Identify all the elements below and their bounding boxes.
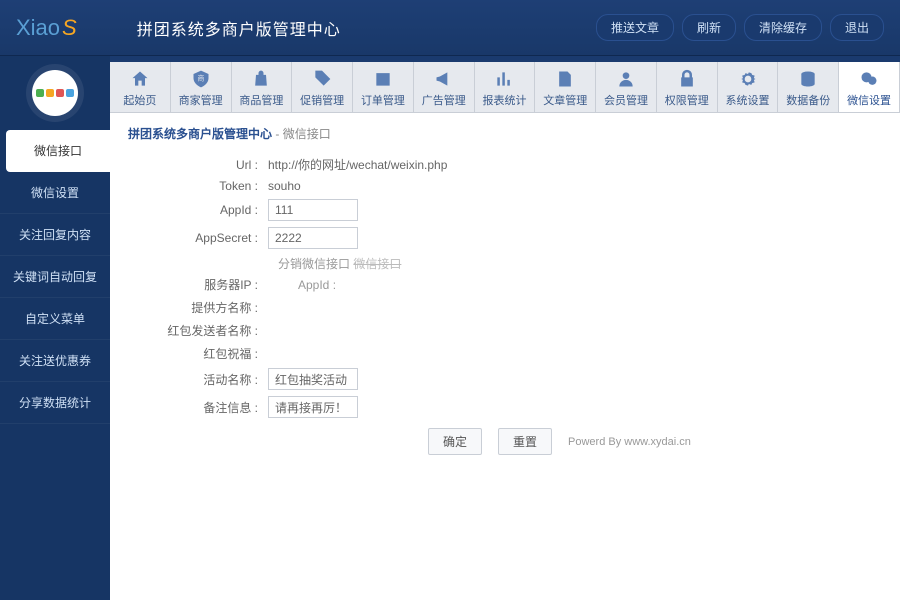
submit-button[interactable]: 确定 xyxy=(428,428,482,455)
appsecret-input[interactable] xyxy=(268,227,358,249)
tab-promotion[interactable]: 促销管理 xyxy=(292,62,353,112)
row-activity: 活动名称 : xyxy=(128,368,882,390)
tab-label: 起始页 xyxy=(123,95,156,107)
dashboard-orb-icon[interactable] xyxy=(32,70,78,116)
sidebar-item-follow-coupon[interactable]: 关注送优惠券 xyxy=(0,340,110,382)
row-url: Url : http://你的网址/wechat/weixin.php xyxy=(128,156,882,173)
svg-text:商: 商 xyxy=(197,74,204,83)
server-ip-label: 服务器IP : xyxy=(128,276,268,293)
row-token: Token : souho xyxy=(128,179,882,193)
tab-permission[interactable]: 权限管理 xyxy=(657,62,718,112)
remark-input[interactable] xyxy=(268,396,358,418)
sidebar: 微信接口 微信设置 关注回复内容 关键词自动回复 自定义菜单 关注送优惠券 分享… xyxy=(0,56,110,600)
row-blessing: 红包祝福 : xyxy=(128,345,882,362)
sidebar-item-custom-menu[interactable]: 自定义菜单 xyxy=(0,298,110,340)
tab-label: 订单管理 xyxy=(361,95,405,107)
sender-label: 红包发送者名称 : xyxy=(128,322,268,339)
header-actions: 推送文章 刷新 清除缓存 退出 xyxy=(596,14,884,41)
row-sender: 红包发送者名称 : xyxy=(128,322,882,339)
url-value: http://你的网址/wechat/weixin.php xyxy=(268,156,447,173)
remark-label: 备注信息 : xyxy=(128,399,268,416)
logo: Xiao S xyxy=(16,15,77,41)
top-tabs: 起始页 商商家管理 商品管理 促销管理 订单管理 广告管理 报表统计 文章管理 … xyxy=(110,62,900,113)
tab-label: 系统设置 xyxy=(726,95,770,107)
tab-backup[interactable]: 数据备份 xyxy=(778,62,839,112)
push-article-button[interactable]: 推送文章 xyxy=(596,14,674,41)
blessing-label: 红包祝福 : xyxy=(128,345,268,362)
appsecret-label: AppSecret : xyxy=(128,231,268,245)
separator-text: 分销微信接口 微信接口 xyxy=(278,255,882,272)
clear-cache-button[interactable]: 清除缓存 xyxy=(744,14,822,41)
activity-label: 活动名称 : xyxy=(128,371,268,388)
tab-label: 微信设置 xyxy=(847,95,891,107)
row-remark: 备注信息 : xyxy=(128,396,882,418)
calendar-icon xyxy=(353,68,413,90)
appid-input[interactable] xyxy=(268,199,358,221)
user-icon xyxy=(596,68,656,90)
provider-label: 提供方名称 : xyxy=(128,299,268,316)
content: 起始页 商商家管理 商品管理 促销管理 订单管理 广告管理 报表统计 文章管理 … xyxy=(110,62,900,600)
tab-label: 权限管理 xyxy=(665,95,709,107)
header: Xiao S 拼团系统多商户版管理中心 推送文章 刷新 清除缓存 退出 xyxy=(0,0,900,56)
logout-button[interactable]: 退出 xyxy=(830,14,884,41)
breadcrumb-sub: - 微信接口 xyxy=(275,127,330,141)
url-label: Url : xyxy=(128,158,268,172)
row-appsecret: AppSecret : xyxy=(128,227,882,249)
tab-label: 文章管理 xyxy=(543,95,587,107)
database-icon xyxy=(778,68,838,90)
sidebar-item-wechat-settings[interactable]: 微信设置 xyxy=(0,172,110,214)
server-extra-label: AppId : xyxy=(298,278,336,292)
tab-product[interactable]: 商品管理 xyxy=(232,62,293,112)
sidebar-item-share-stats[interactable]: 分享数据统计 xyxy=(0,382,110,424)
form-buttons: 确定 重置 Powerd By www.xydai.cn xyxy=(428,428,882,455)
chart-icon xyxy=(475,68,535,90)
logo-accent: S xyxy=(62,15,77,41)
logo-main: Xiao xyxy=(16,15,60,41)
tab-report[interactable]: 报表统计 xyxy=(475,62,536,112)
tab-label: 数据备份 xyxy=(786,95,830,107)
powered-by: Powerd By www.xydai.cn xyxy=(568,436,691,448)
tab-member[interactable]: 会员管理 xyxy=(596,62,657,112)
bag-icon xyxy=(232,68,292,90)
tab-label: 商家管理 xyxy=(179,95,223,107)
app-title: 拼团系统多商户版管理中心 xyxy=(137,16,341,40)
tab-home[interactable]: 起始页 xyxy=(110,62,171,112)
breadcrumb: 拼团系统多商户版管理中心 - 微信接口 xyxy=(128,125,882,142)
breadcrumb-main: 拼团系统多商户版管理中心 xyxy=(128,127,272,141)
tab-article[interactable]: 文章管理 xyxy=(535,62,596,112)
token-value: souho xyxy=(268,179,301,193)
panel: 拼团系统多商户版管理中心 - 微信接口 Url : http://你的网址/we… xyxy=(110,113,900,600)
tag-icon xyxy=(292,68,352,90)
refresh-button[interactable]: 刷新 xyxy=(682,14,736,41)
tab-merchant[interactable]: 商商家管理 xyxy=(171,62,232,112)
tab-label: 报表统计 xyxy=(482,95,526,107)
lock-icon xyxy=(657,68,717,90)
tab-wechat[interactable]: 微信设置 xyxy=(839,62,900,112)
row-appid: AppId : xyxy=(128,199,882,221)
sidebar-item-follow-reply[interactable]: 关注回复内容 xyxy=(0,214,110,256)
tab-label: 商品管理 xyxy=(239,95,283,107)
tab-settings[interactable]: 系统设置 xyxy=(718,62,779,112)
tab-label: 广告管理 xyxy=(422,95,466,107)
megaphone-icon xyxy=(414,68,474,90)
home-icon xyxy=(110,68,170,90)
tab-label: 促销管理 xyxy=(300,95,344,107)
merchant-icon: 商 xyxy=(171,68,231,90)
document-icon xyxy=(535,68,595,90)
sidebar-item-keyword-reply[interactable]: 关键词自动回复 xyxy=(0,256,110,298)
gear-icon xyxy=(718,68,778,90)
wechat-icon xyxy=(839,68,899,90)
appid-label: AppId : xyxy=(128,203,268,217)
row-server-ip: 服务器IP : AppId : xyxy=(128,276,882,293)
token-label: Token : xyxy=(128,179,268,193)
sidebar-item-wechat-api[interactable]: 微信接口 xyxy=(6,130,110,172)
main: 微信接口 微信设置 关注回复内容 关键词自动回复 自定义菜单 关注送优惠券 分享… xyxy=(0,56,900,600)
tab-label: 会员管理 xyxy=(604,95,648,107)
tab-ads[interactable]: 广告管理 xyxy=(414,62,475,112)
activity-input[interactable] xyxy=(268,368,358,390)
reset-button[interactable]: 重置 xyxy=(498,428,552,455)
tab-order[interactable]: 订单管理 xyxy=(353,62,414,112)
row-provider: 提供方名称 : xyxy=(128,299,882,316)
